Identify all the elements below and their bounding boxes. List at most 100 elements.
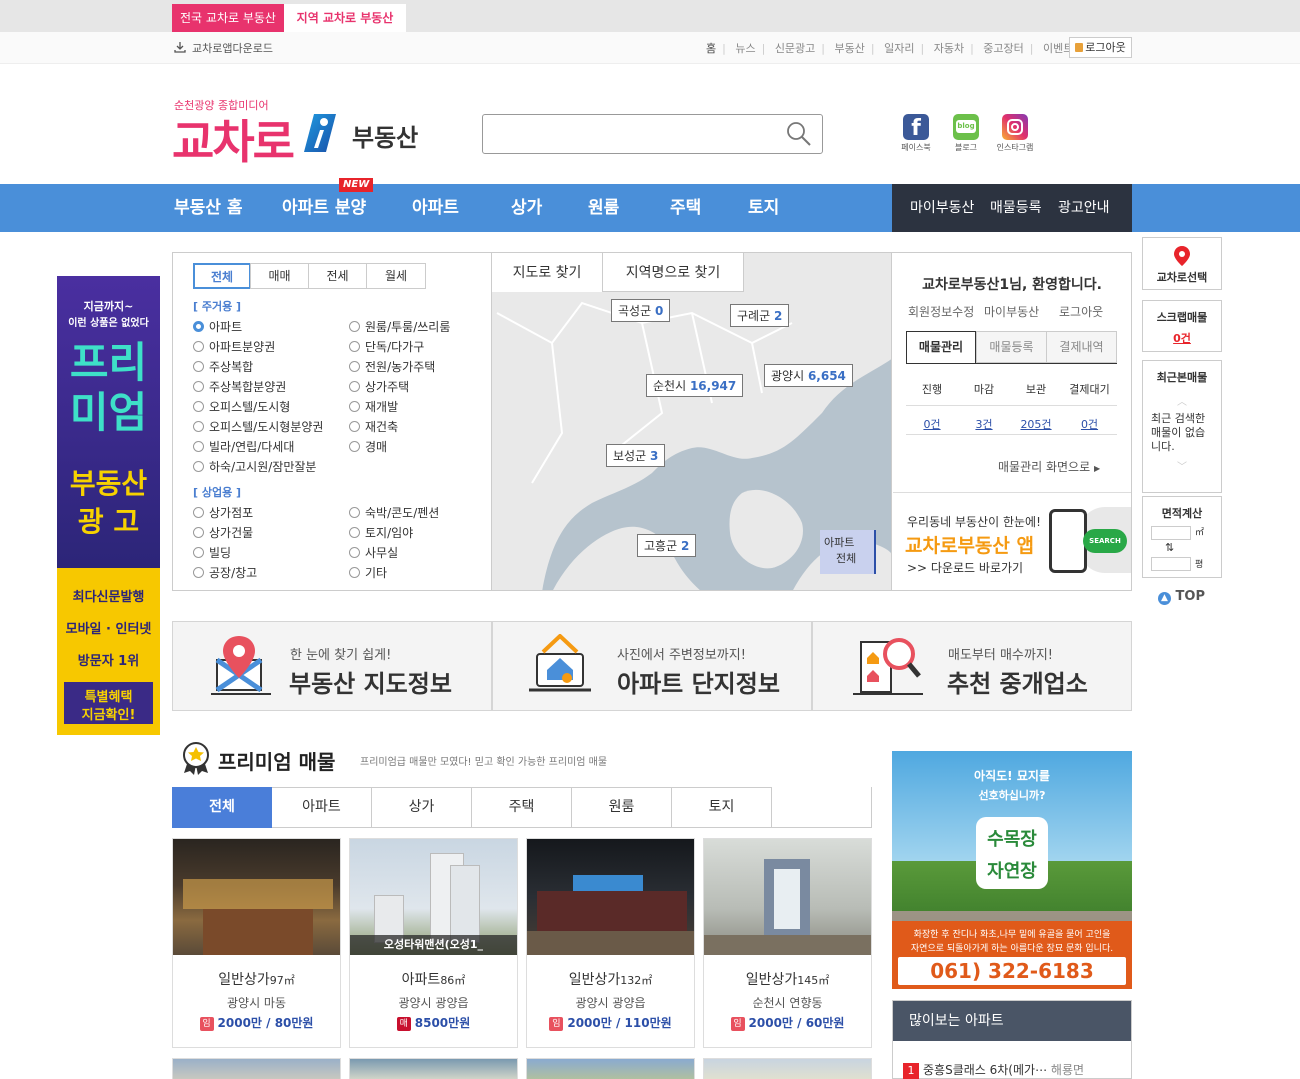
popular-item[interactable]: 1 중흥S클래스 6차(메가⋯ 해룡면 <box>903 1061 1123 1079</box>
listing-card[interactable]: 일반상가145㎡ 순천시 연향동 임 2000만 / 60만원 <box>703 838 872 1048</box>
option-etc[interactable]: 기타 <box>349 564 387 581</box>
member-tab-manage[interactable]: 매물관리 <box>906 331 976 363</box>
app-download-link[interactable]: 교차로앱다운로드 <box>174 40 273 56</box>
listing-card-next-row[interactable] <box>172 1058 341 1079</box>
option-officetel[interactable]: 오피스텔/도시형 <box>193 398 290 415</box>
option-lodging[interactable]: 숙박/콘도/펜션 <box>349 504 439 521</box>
nav-apartment[interactable]: 아파트 <box>412 184 459 232</box>
listing-card-next-row[interactable] <box>349 1058 518 1079</box>
option-mixed-use-presale[interactable]: 주상복합분양권 <box>193 378 286 395</box>
option-boarding[interactable]: 하숙/고시원/잠만잘분 <box>193 458 316 475</box>
chevron-down-icon[interactable]: ﹀ <box>1143 458 1221 473</box>
premium-tab-oneroom[interactable]: 원룸 <box>572 787 672 828</box>
premium-tab-house[interactable]: 주택 <box>472 787 572 828</box>
member-logout-link[interactable]: 로그아웃 <box>1059 303 1103 320</box>
listing-card-next-row[interactable] <box>703 1058 872 1079</box>
logout-button[interactable]: 로그아웃 <box>1069 37 1132 58</box>
option-detached[interactable]: 단독/다가구 <box>349 338 424 355</box>
map-label-suncheon[interactable]: 순천시 16,947 <box>646 374 744 397</box>
option-factory[interactable]: 공장/창고 <box>193 564 257 581</box>
stat-value-closed[interactable]: 3건 <box>958 416 1010 432</box>
option-shop-house[interactable]: 상가주택 <box>349 378 409 395</box>
stat-value-progress[interactable]: 0건 <box>906 416 958 432</box>
nav-ad-info[interactable]: 광고안내 <box>1058 184 1110 232</box>
nav-house[interactable]: 주택 <box>670 184 701 232</box>
facebook-link[interactable]: f 페이스북 <box>898 114 934 153</box>
area-m2-input[interactable] <box>1151 526 1191 540</box>
premium-tab-shop[interactable]: 상가 <box>372 787 472 828</box>
option-reconstruction[interactable]: 재건축 <box>349 418 398 435</box>
nav-shop[interactable]: 상가 <box>511 184 542 232</box>
manage-screen-link[interactable]: 매물관리 화면으로 ▶ <box>998 458 1100 475</box>
top-button[interactable]: ▲ TOP <box>1158 589 1205 605</box>
feature-agents[interactable]: 매도부터 매수까지! 추천 중개업소 <box>812 621 1132 711</box>
option-officetel-presale[interactable]: 오피스텔/도시형분양권 <box>193 418 323 435</box>
option-country-house[interactable]: 전원/농가주택 <box>349 358 435 375</box>
left-premium-ad[interactable]: 지금까지~ 이런 상품은 없었다 프리 미엄 부동산 광 고 최다신문발행 모바… <box>57 276 160 735</box>
map-label-goheung[interactable]: 고흥군 2 <box>637 534 697 557</box>
logo[interactable]: 교차로 <box>172 106 295 172</box>
swap-icon[interactable]: ⇅ <box>1165 541 1174 554</box>
search-icon[interactable] <box>786 121 812 147</box>
option-apt-presale-right[interactable]: 아파트분양권 <box>193 338 275 355</box>
nav-my-realestate[interactable]: 마이부동산 <box>910 184 974 232</box>
option-shop-store[interactable]: 상가점포 <box>193 504 253 521</box>
premium-tab-apartment[interactable]: 아파트 <box>272 787 372 828</box>
listing-card[interactable]: 일반상가97㎡ 광양시 마동 임 2000만 / 80만원 <box>172 838 341 1048</box>
option-building[interactable]: 빌딩 <box>193 544 231 561</box>
nav-land[interactable]: 토지 <box>748 184 779 232</box>
search-input[interactable] <box>493 115 783 151</box>
blog-link[interactable]: blog 블로그 <box>948 114 984 153</box>
util-nav-home[interactable]: 홈 <box>702 42 720 55</box>
option-rooms[interactable]: 원룸/투룸/쓰리룸 <box>349 318 450 335</box>
deal-tab-sale[interactable]: 매매 <box>250 263 309 289</box>
site-tab-local[interactable]: 지역 교차로 부동산 <box>284 4 406 32</box>
map-label-gurye[interactable]: 구례군 2 <box>730 304 790 327</box>
feature-map-info[interactable]: 한 눈에 찾기 쉽게! 부동산 지도정보 <box>172 621 492 711</box>
nav-register-listing[interactable]: 매물등록 <box>990 184 1042 232</box>
deal-tab-all[interactable]: 전체 <box>193 263 251 289</box>
my-realestate-link[interactable]: 마이부동산 <box>984 303 1039 320</box>
map-label-gokseong[interactable]: 곡성군 0 <box>611 299 671 322</box>
util-nav-market[interactable]: 중고장터 <box>979 42 1027 55</box>
right-funeral-ad[interactable]: 아직도! 묘지를 선호하십니까? 수목장 자연장 화장한 후 잔디나 화초,나무… <box>892 751 1132 989</box>
edit-profile-link[interactable]: 회원정보수정 <box>908 303 974 320</box>
nav-realestate-home[interactable]: 부동산 홈 <box>174 184 242 232</box>
premium-tab-land[interactable]: 토지 <box>672 787 772 828</box>
feature-apt-complex[interactable]: 사진에서 주변정보까지! 아파트 단지정보 <box>492 621 812 711</box>
option-mixed-use[interactable]: 주상복합 <box>193 358 253 375</box>
util-nav-realestate[interactable]: 부동산 <box>831 42 869 55</box>
member-tab-payment[interactable]: 결제내역 <box>1046 331 1117 363</box>
option-auction[interactable]: 경매 <box>349 438 387 455</box>
option-shop-building[interactable]: 상가건물 <box>193 524 253 541</box>
scrap-count[interactable]: 0건 <box>1143 330 1221 346</box>
app-banner[interactable]: 우리동네 부동산이 한눈에! 교차로부동산 앱 >> 다운로드 바로가기 SEA… <box>893 492 1131 590</box>
listing-card-next-row[interactable] <box>526 1058 695 1079</box>
map-tab-region-name[interactable]: 지역명으로 찾기 <box>602 252 744 292</box>
util-nav-newspaper-ads[interactable]: 신문광고 <box>771 42 819 55</box>
option-apartment[interactable]: 아파트 <box>193 318 242 335</box>
member-tab-register[interactable]: 매물등록 <box>976 331 1047 363</box>
site-tab-national[interactable]: 전국 교차로 부동산 <box>172 4 284 32</box>
instagram-link[interactable]: 인스타그램 <box>996 114 1034 153</box>
util-nav-jobs[interactable]: 일자리 <box>880 42 918 55</box>
deal-tab-jeonse[interactable]: 전세 <box>308 263 367 289</box>
scrap-box[interactable]: 스크랩매물 0건 <box>1142 300 1222 352</box>
select-kyochoro-button[interactable]: 교차로선택 <box>1142 237 1222 290</box>
area-py-input[interactable] <box>1151 557 1191 571</box>
option-office[interactable]: 사무실 <box>349 544 398 561</box>
premium-tab-all[interactable]: 전체 <box>172 787 272 828</box>
map-label-boseong[interactable]: 보성군 3 <box>606 444 666 467</box>
option-villa[interactable]: 빌라/연립/다세대 <box>193 438 294 455</box>
stat-value-stored[interactable]: 205건 <box>1010 416 1062 432</box>
map-tab-map[interactable]: 지도로 찾기 <box>491 252 603 292</box>
stat-value-pending[interactable]: 0건 <box>1062 416 1117 432</box>
util-nav-cars[interactable]: 자동차 <box>930 42 968 55</box>
option-land[interactable]: 토지/임야 <box>349 524 413 541</box>
map-filter[interactable]: 아파트 전체 <box>820 530 876 574</box>
listing-card[interactable]: 오성타워맨션(오성1_ 아파트86㎡ 광양시 광양읍 매 8500만원 <box>349 838 518 1048</box>
deal-tab-monthly[interactable]: 월세 <box>366 263 426 289</box>
util-nav-news[interactable]: 뉴스 <box>731 42 759 55</box>
listing-card[interactable]: 일반상가132㎡ 광양시 광양읍 임 2000만 / 110만원 <box>526 838 695 1048</box>
chevron-up-icon[interactable]: ︿ <box>1143 393 1221 408</box>
